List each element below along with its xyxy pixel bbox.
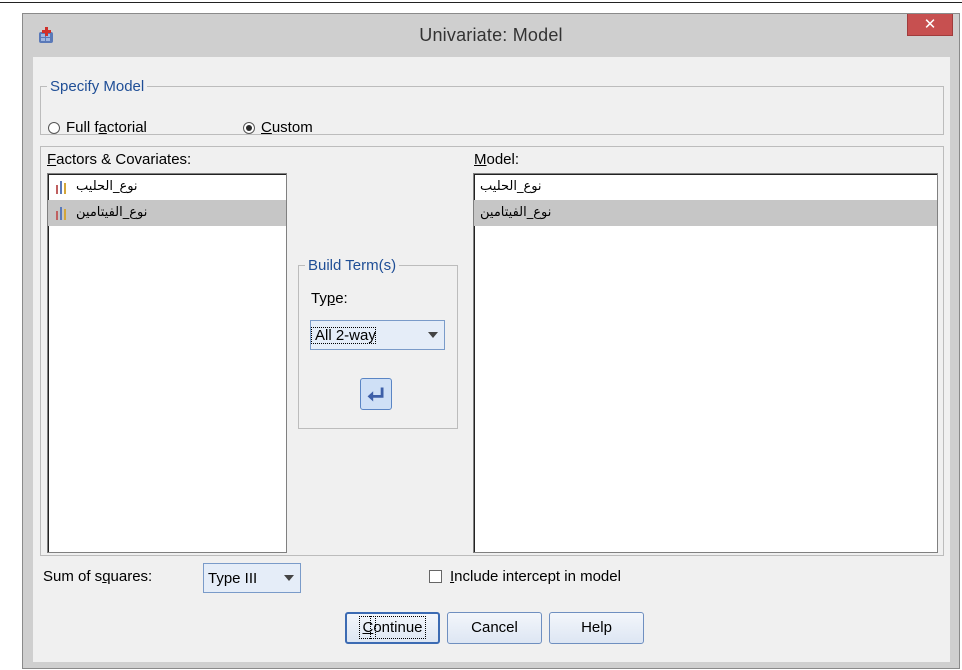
build-terms-legend: Build Term(s) (308, 257, 397, 274)
list-item[interactable]: نوع_الحليب (48, 174, 286, 200)
title-bar[interactable]: Univariate: Model ✕ (23, 14, 959, 56)
univariate-model-dialog: Univariate: Model ✕ Specify Model Full f… (22, 13, 960, 669)
type-label: Type: (311, 290, 348, 307)
arrow-left-icon (367, 387, 384, 402)
build-term-type-dropdown[interactable]: All 2-way (310, 320, 445, 350)
factors-covariates-list[interactable]: نوع_الحليب نوع_الفيتامين (47, 173, 287, 553)
sum-of-squares-label: Sum of squares: (43, 568, 153, 585)
sum-of-squares-value: Type III (208, 569, 258, 587)
full-factorial-label: Full factorial (66, 119, 147, 136)
move-to-model-button[interactable] (360, 378, 392, 410)
close-icon: ✕ (923, 15, 937, 33)
custom-radio-circle[interactable] (243, 121, 255, 134)
list-item[interactable]: نوع_الحليب (474, 174, 937, 200)
include-intercept-checkbox[interactable]: Include intercept in model (429, 568, 621, 585)
factors-covariates-label: Factors & Covariates: (47, 151, 192, 168)
help-button[interactable]: Help (549, 612, 644, 644)
window-title: Univariate: Model (419, 25, 563, 45)
chevron-down-icon (284, 575, 294, 581)
full-factorial-radio-circle[interactable] (48, 121, 60, 134)
nominal-variable-icon (56, 207, 66, 220)
close-button[interactable]: ✕ (907, 14, 953, 36)
specify-model-legend: Specify Model (50, 78, 145, 95)
top-border-line (0, 2, 962, 3)
include-intercept-check-square[interactable] (429, 570, 442, 583)
list-item[interactable]: نوع_الفيتامين (48, 200, 286, 226)
dialog-client-area: Specify Model Full factorial Custom Fact… (33, 57, 950, 662)
specify-model-group: Specify Model Full factorial Custom (40, 78, 944, 136)
list-item[interactable]: نوع_الفيتامين (474, 200, 937, 226)
build-term-type-value: All 2-way (311, 326, 376, 344)
chevron-down-icon (428, 332, 438, 338)
model-label: Model: (474, 151, 520, 168)
nominal-variable-icon (56, 181, 66, 194)
continue-button[interactable]: Continue (345, 612, 440, 644)
sum-of-squares-dropdown[interactable]: Type III (203, 563, 301, 593)
include-intercept-label: Include intercept in model (450, 568, 621, 585)
cancel-button[interactable]: Cancel (447, 612, 542, 644)
continue-label: Continue (359, 616, 426, 639)
full-factorial-radio[interactable]: Full factorial (48, 119, 147, 136)
model-list[interactable]: نوع_الحليب نوع_الفيتامين (473, 173, 938, 553)
custom-radio[interactable]: Custom (243, 119, 313, 136)
custom-label: Custom (261, 119, 313, 136)
